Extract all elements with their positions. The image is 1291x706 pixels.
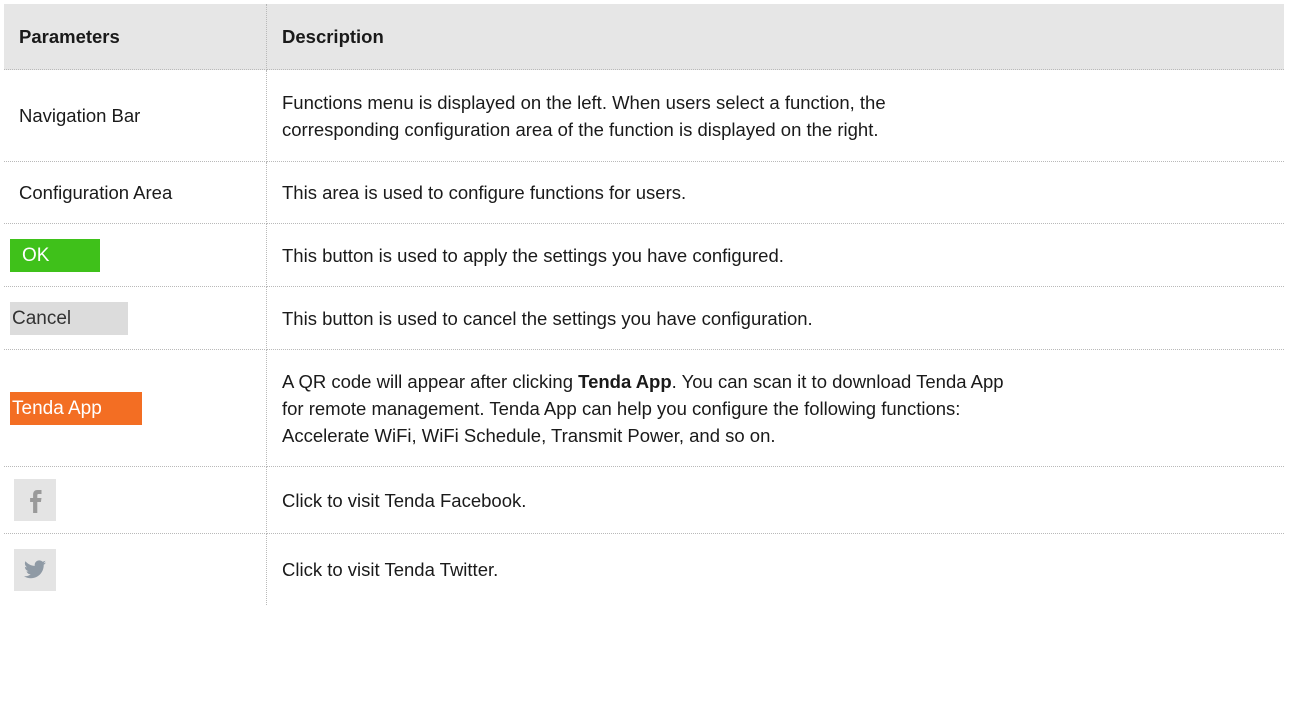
desc-text: . You can scan it to download Tenda App — [671, 370, 1004, 392]
desc-text: A QR code will appear after clicking — [282, 370, 579, 392]
desc-configuration-area: This area is used to configure functions… — [266, 161, 1284, 224]
table-row: Cancel This button is used to cancel the… — [4, 286, 1284, 350]
param-navigation-bar: Navigation Bar — [4, 69, 267, 162]
parameters-table: Parameters Description Navigation Bar Fu… — [4, 4, 1284, 605]
desc-cancel: This button is used to cancel the settin… — [266, 286, 1284, 350]
document-page: Parameters Description Navigation Bar Fu… — [0, 0, 1291, 706]
cancel-button[interactable]: Cancel — [10, 301, 128, 335]
table-row: Navigation Bar Functions menu is display… — [4, 69, 1284, 162]
table-row: Tenda App A QR code will appear after cl… — [4, 349, 1284, 467]
facebook-icon[interactable] — [14, 479, 56, 521]
param-tenda-app: Tenda App — [4, 349, 267, 467]
header-parameters: Parameters — [4, 4, 267, 70]
desc-line: Functions menu is displayed on the left.… — [282, 91, 886, 113]
desc-facebook: Click to visit Tenda Facebook. — [266, 466, 1284, 534]
param-twitter — [4, 533, 267, 605]
header-description: Description — [266, 4, 1284, 70]
desc-line: corresponding configuration area of the … — [282, 118, 879, 140]
desc-twitter: Click to visit Tenda Twitter. — [282, 559, 499, 580]
desc-line: for remote management. Tenda App can hel… — [282, 397, 961, 419]
table-header-row: Parameters Description — [4, 4, 1284, 70]
param-cancel: Cancel — [4, 286, 267, 350]
desc-navigation-bar: Functions menu is displayed on the left.… — [266, 69, 1284, 162]
tenda-app-button[interactable]: Tenda App — [10, 391, 142, 425]
desc-tenda-app: A QR code will appear after clicking Ten… — [266, 349, 1284, 467]
param-facebook — [4, 466, 267, 534]
table-row: Click to visit Tenda Twitter. — [4, 533, 1284, 605]
param-ok: OK — [4, 223, 267, 287]
table-row: OK This button is used to apply the sett… — [4, 223, 1284, 287]
desc-line: Accelerate WiFi, WiFi Schedule, Transmit… — [282, 424, 776, 446]
ok-button[interactable]: OK — [10, 238, 100, 272]
desc-bold-tenda-app: Tenda App — [578, 370, 672, 392]
param-configuration-area: Configuration Area — [4, 161, 267, 224]
table-row: Click to visit Tenda Facebook. — [4, 466, 1284, 534]
desc-ok: This button is used to apply the setting… — [266, 223, 1284, 287]
twitter-icon[interactable] — [14, 548, 56, 591]
table-row: Configuration Area This area is used to … — [4, 161, 1284, 224]
